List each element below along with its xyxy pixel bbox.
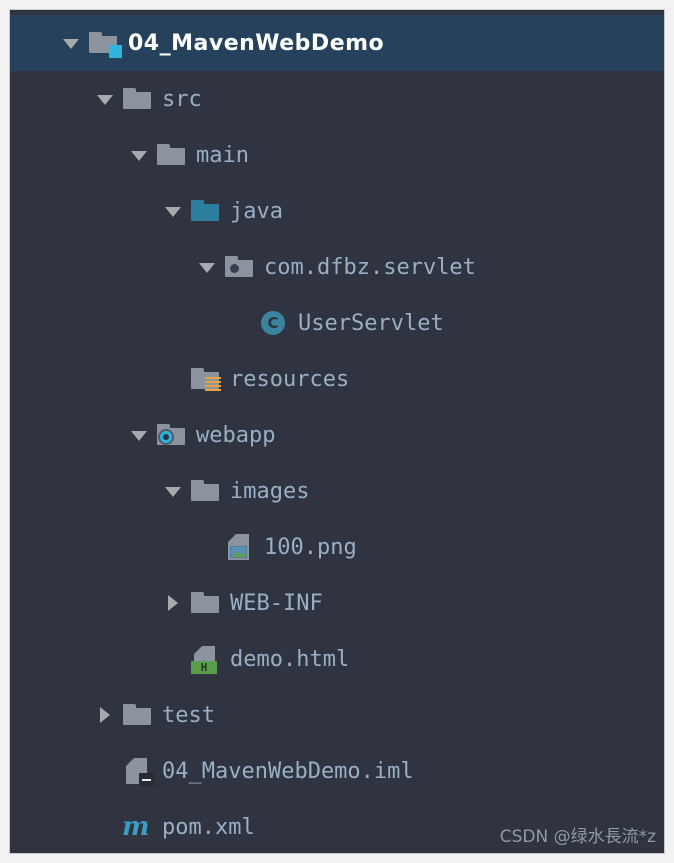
tree-row[interactable]: C UserServlet [10, 295, 664, 351]
tree-row[interactable]: 04_MavenWebDemo [10, 15, 664, 71]
tree-row[interactable]: WEB-INF [10, 575, 664, 631]
module-badge-icon [109, 45, 122, 58]
tree-row[interactable]: main [10, 127, 664, 183]
tree-row-label: webapp [196, 422, 276, 448]
toggle-spacer [228, 310, 254, 336]
toggle-spacer [194, 534, 220, 560]
tree-row-label: UserServlet [298, 310, 444, 336]
tree-row-label: pom.xml [162, 814, 255, 840]
tree-row-label: src [162, 86, 202, 112]
screenshot-frame: 04_MavenWebDemosrc main java com.dfbz.servl… [0, 0, 674, 863]
tree-row-label: 04_MavenWebDemo.iml [162, 758, 414, 784]
maven-file-icon: m [122, 812, 150, 842]
tree-row-label: java [230, 198, 283, 224]
project-tree-panel[interactable]: 04_MavenWebDemosrc main java com.dfbz.servl… [9, 9, 665, 854]
package-icon [224, 252, 258, 282]
csdn-watermark: CSDN @绿水長流*z [499, 827, 656, 847]
tree-row[interactable]: com.dfbz.servlet [10, 239, 664, 295]
chevron-right-icon[interactable] [92, 702, 118, 728]
tree-row-label: resources [230, 366, 350, 392]
tree-row[interactable]: webapp [10, 407, 664, 463]
iml-file-icon [122, 756, 156, 786]
folder-icon [122, 700, 156, 730]
chevron-down-icon[interactable] [160, 478, 186, 504]
tree-row-label: 100.png [264, 534, 357, 560]
html-file-icon: H [190, 644, 224, 674]
toggle-spacer [160, 366, 186, 392]
chevron-right-icon[interactable] [160, 590, 186, 616]
tree-row[interactable]: images [10, 463, 664, 519]
chevron-down-icon[interactable] [126, 142, 152, 168]
chevron-down-icon[interactable] [92, 86, 118, 112]
chevron-down-icon[interactable] [58, 30, 84, 56]
tree-row[interactable]: resources [10, 351, 664, 407]
tree-row[interactable]: 04_MavenWebDemo.iml [10, 743, 664, 799]
toggle-spacer [160, 646, 186, 672]
source-folder-icon [190, 196, 224, 226]
project-folder-icon [88, 28, 122, 58]
tree-row[interactable]: 100.png [10, 519, 664, 575]
tree-row-label: images [230, 478, 310, 504]
java-class-icon: C [258, 308, 292, 338]
folder-icon [190, 588, 224, 618]
chevron-down-icon[interactable] [194, 254, 220, 280]
tree-row-label: demo.html [230, 646, 350, 672]
resources-folder-icon [190, 364, 224, 394]
image-file-icon [224, 532, 258, 562]
tree-row-label: WEB-INF [230, 590, 323, 616]
tree-row[interactable]: src [10, 71, 664, 127]
folder-icon [156, 140, 190, 170]
tree-row-label: com.dfbz.servlet [264, 254, 476, 280]
folder-icon [122, 84, 156, 114]
toggle-spacer [92, 814, 118, 840]
tree-row[interactable]: java [10, 183, 664, 239]
tree-row-label: test [162, 702, 215, 728]
tree-row[interactable]: Hdemo.html [10, 631, 664, 687]
tree-row-label: 04_MavenWebDemo [128, 30, 385, 56]
chevron-down-icon[interactable] [126, 422, 152, 448]
folder-icon [190, 476, 224, 506]
chevron-down-icon[interactable] [160, 198, 186, 224]
webapp-folder-icon [156, 420, 190, 450]
tree-row-label: main [196, 142, 249, 168]
tree-row[interactable]: test [10, 687, 664, 743]
toggle-spacer [92, 758, 118, 784]
